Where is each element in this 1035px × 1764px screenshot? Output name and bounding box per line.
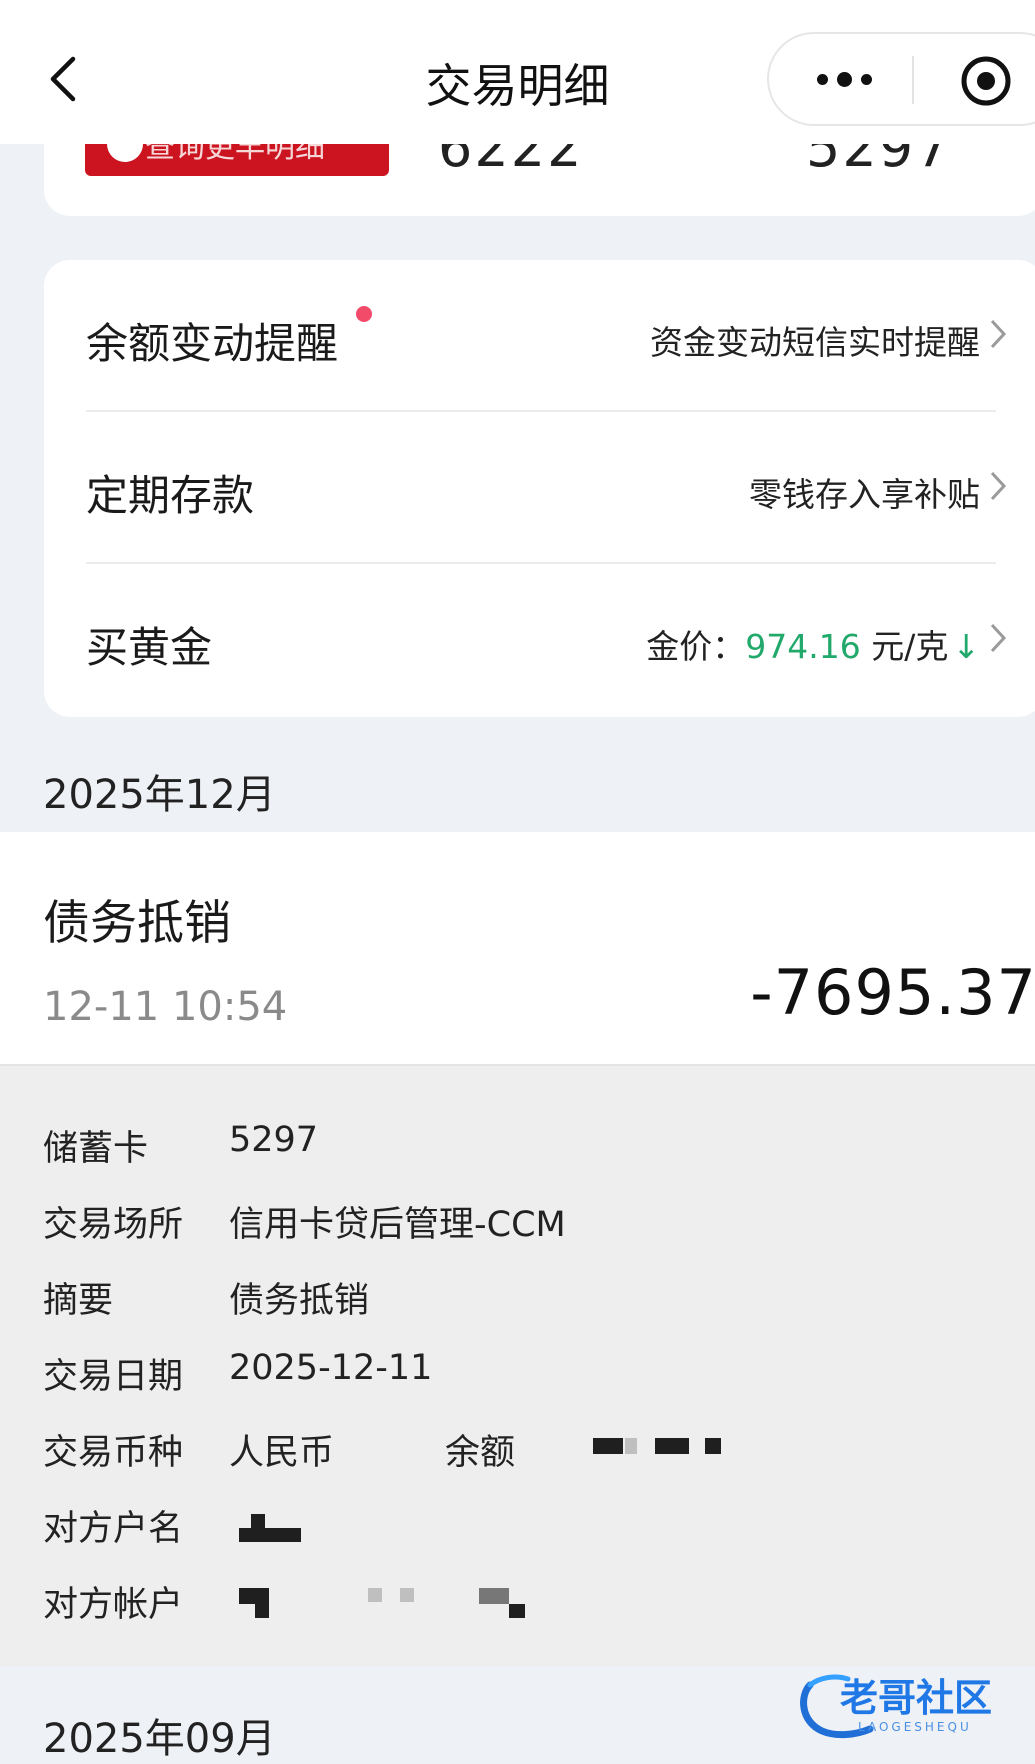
detail-value: 人民币: [229, 1433, 335, 1473]
redacted-mosaic: [400, 1588, 414, 1602]
month-header: 2025年09月: [43, 1716, 276, 1762]
redacted-mosaic: [479, 1588, 509, 1604]
transaction-item[interactable]: 债务抵销 12-11 10:54 -7695.37: [0, 832, 1035, 1066]
more-button[interactable]: [769, 34, 919, 124]
more-dots-icon: [816, 71, 872, 87]
mini-program-capsule: [767, 32, 1035, 126]
detail-value: 债务抵销: [229, 1281, 370, 1321]
service-fixed-deposit[interactable]: 定期存款 零钱存入享补贴: [86, 412, 1035, 564]
service-label: 买黄金: [86, 623, 213, 672]
transaction-amount: -7695.37: [750, 956, 1035, 1029]
detail-value: 5297: [229, 1120, 319, 1160]
service-hint: 零钱存入享补贴: [749, 475, 980, 514]
chevron-right-icon: [990, 471, 1007, 501]
redacted-mosaic: [593, 1438, 623, 1454]
detail-key: 交易币种: [43, 1433, 184, 1473]
service-buy-gold[interactable]: 买黄金 金价：974.16 元/克 ↓: [86, 564, 1035, 716]
gold-price-label: 金价：: [646, 627, 746, 666]
detail-counterparty-name: 对方户名: [43, 1500, 1033, 1560]
services-card: 余额变动提醒 资金变动短信实时提醒 定期存款 零钱存入享补贴 买黄金 金价：97…: [44, 260, 1035, 717]
detail-value: 信用卡贷后管理-CCM: [229, 1205, 566, 1245]
capsule-divider: [912, 56, 914, 104]
redacted-mosaic: [239, 1588, 269, 1604]
detail-key: 余额: [445, 1433, 516, 1473]
transaction-time: 12-11 10:54: [43, 984, 288, 1030]
close-target-icon: [961, 56, 1011, 106]
service-label: 余额变动提醒: [86, 319, 339, 368]
service-balance-alert[interactable]: 余额变动提醒 资金变动短信实时提醒: [86, 260, 1035, 412]
gold-price-value: 974.16: [745, 627, 861, 666]
redacted-mosaic: [251, 1514, 265, 1528]
redacted-mosaic: [368, 1588, 382, 1602]
chevron-right-icon: [990, 623, 1007, 653]
svg-text:LAOGESHEQU: LAOGESHEQU: [858, 1720, 972, 1734]
detail-key: 对方户名: [43, 1509, 184, 1549]
service-hint: 资金变动短信实时提醒: [650, 323, 980, 362]
svg-text:老哥社区: 老哥社区: [840, 1676, 992, 1720]
detail-key: 储蓄卡: [43, 1129, 149, 1169]
watermark-logo: 老哥社区 LAOGESHEQU: [800, 1674, 992, 1739]
detail-currency: 交易币种 人民币 余额: [43, 1424, 1033, 1484]
detail-counterparty-account: 对方帐户: [43, 1576, 1033, 1636]
transaction-title: 债务抵销: [43, 896, 231, 951]
detail-key: 对方帐户: [43, 1585, 184, 1625]
month-header: 2025年12月: [43, 772, 276, 818]
detail-value: 2025-12-11: [229, 1348, 433, 1388]
gold-price-unit: 元/克: [860, 627, 949, 666]
redacted-mosaic: [509, 1604, 525, 1618]
detail-card: 储蓄卡 5297: [43, 1120, 1033, 1180]
detail-key: 交易场所: [43, 1205, 184, 1245]
detail-key: 摘要: [43, 1281, 114, 1321]
down-arrow-icon: ↓: [952, 627, 980, 666]
nav-bar: 交易明细: [0, 0, 1035, 144]
detail-key: 交易日期: [43, 1357, 184, 1397]
redacted-mosaic: [625, 1438, 637, 1454]
detail-place: 交易场所 信用卡贷后管理-CCM: [43, 1196, 1033, 1256]
redacted-mosaic: [655, 1438, 689, 1454]
detail-summary: 摘要 债务抵销: [43, 1272, 1033, 1332]
chevron-right-icon: [990, 319, 1007, 349]
redacted-mosaic: [239, 1528, 301, 1542]
gold-price-info: 金价：974.16 元/克 ↓: [646, 620, 980, 668]
notification-dot: [356, 306, 372, 322]
query-earlier-button[interactable]: 查询更早明细: [85, 140, 389, 176]
detail-date: 交易日期 2025-12-11: [43, 1348, 1033, 1408]
service-label: 定期存款: [86, 471, 255, 520]
redacted-mosaic: [705, 1438, 721, 1454]
redacted-mosaic: [255, 1604, 269, 1618]
close-button[interactable]: [959, 54, 1013, 108]
transaction-detail: 储蓄卡 5297 交易场所 信用卡贷后管理-CCM 摘要 债务抵销 交易日期 2…: [0, 1066, 1035, 1666]
